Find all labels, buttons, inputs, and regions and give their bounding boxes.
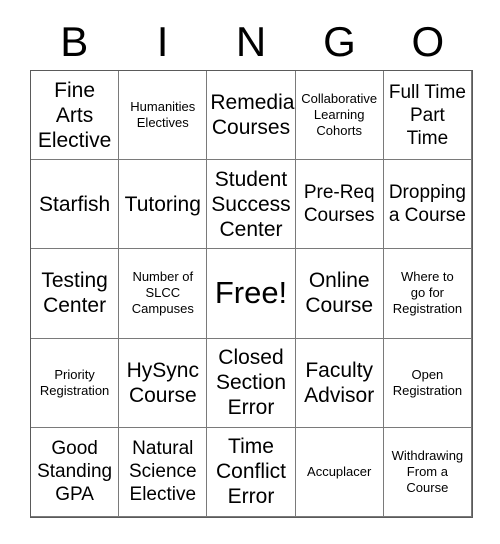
bingo-cell-label: Pre-Req Courses: [303, 182, 375, 227]
bingo-cell-label: Accuplacer: [307, 463, 372, 479]
bingo-cell-label: Student Success Center: [211, 167, 291, 241]
header-letter-n: N: [235, 18, 267, 65]
bingo-cell[interactable]: Faculty Advisor: [295, 338, 384, 428]
bingo-cell-label: Humanities Electives: [130, 99, 196, 131]
bingo-cell-label: Dropping a Course: [388, 182, 466, 227]
bingo-cell-label: Starfish: [38, 192, 111, 216]
bingo-cell-label: Good Standing GPA: [37, 438, 113, 506]
bingo-cell-label: Withdrawing From a Course: [391, 447, 464, 495]
bingo-cell[interactable]: Testing Center: [31, 249, 120, 339]
bingo-cell[interactable]: Number of SLCC Campuses: [119, 249, 208, 339]
bingo-cell-label: Collaborative Learning Cohorts: [301, 91, 378, 139]
bingo-cell-label: Online Course: [305, 269, 374, 318]
bingo-cell-label: Where to go for Registration: [392, 269, 463, 317]
bingo-cell[interactable]: Online Course: [295, 249, 384, 339]
header-letter-g: G: [323, 18, 356, 65]
bingo-cell[interactable]: Full Time Part Time: [383, 71, 472, 161]
bingo-cell[interactable]: Withdrawing From a Course: [383, 427, 472, 517]
bingo-cell-label: Tutoring: [124, 192, 201, 216]
header-letter-o: O: [411, 18, 445, 65]
bingo-cell[interactable]: Humanities Electives: [119, 71, 208, 161]
bingo-cell[interactable]: Priority Registration: [31, 338, 120, 428]
bingo-cell-label: Priority Registration: [39, 366, 110, 398]
bingo-cell[interactable]: Student Success Center: [207, 160, 296, 250]
bingo-cell[interactable]: Remedial Courses: [207, 71, 296, 161]
bingo-cell[interactable]: Accuplacer: [295, 427, 384, 517]
bingo-cell-label: Natural Science Elective: [128, 438, 197, 506]
bingo-cell-label: Number of SLCC Campuses: [131, 269, 194, 317]
bingo-cell[interactable]: Natural Science Elective: [119, 427, 208, 517]
bingo-cell-label: Free!: [214, 275, 288, 311]
bingo-cell-label: Fine Arts Elective: [37, 78, 112, 152]
bingo-cell[interactable]: Closed Section Error: [207, 338, 296, 428]
bingo-card: B I N G O Fine Arts Elective Humanities …: [0, 0, 500, 544]
header-letter-b: B: [60, 18, 89, 65]
bingo-cell[interactable]: Collaborative Learning Cohorts: [295, 71, 384, 161]
bingo-header: B I N G O: [30, 14, 472, 70]
bingo-cell-free-space[interactable]: Free!: [207, 249, 296, 339]
bingo-cell-label: Faculty Advisor: [304, 358, 375, 407]
bingo-cell-label: Full Time Part Time: [388, 81, 466, 149]
header-letter-i: I: [156, 18, 169, 65]
bingo-cell-label: HySync Course: [126, 358, 199, 407]
bingo-grid: Fine Arts Elective Humanities Electives …: [30, 70, 473, 518]
bingo-cell-label: Testing Center: [41, 269, 108, 318]
bingo-cell-label: Open Registration: [392, 366, 463, 398]
bingo-cell[interactable]: Open Registration: [383, 338, 472, 428]
bingo-cell-label: Closed Section Error: [215, 346, 287, 420]
bingo-cell[interactable]: HySync Course: [119, 338, 208, 428]
bingo-cell-label: Time Conflict Error: [215, 435, 286, 509]
bingo-cell[interactable]: Good Standing GPA: [31, 427, 120, 517]
bingo-cell[interactable]: Dropping a Course: [383, 160, 472, 250]
bingo-cell[interactable]: Fine Arts Elective: [31, 71, 120, 161]
bingo-cell[interactable]: Starfish: [31, 160, 120, 250]
bingo-cell[interactable]: Pre-Req Courses: [295, 160, 384, 250]
bingo-cell[interactable]: Time Conflict Error: [207, 427, 296, 517]
bingo-cell[interactable]: Where to go for Registration: [383, 249, 472, 339]
bingo-cell-label: Remedial Courses: [210, 91, 296, 140]
bingo-cell[interactable]: Tutoring: [119, 160, 208, 250]
